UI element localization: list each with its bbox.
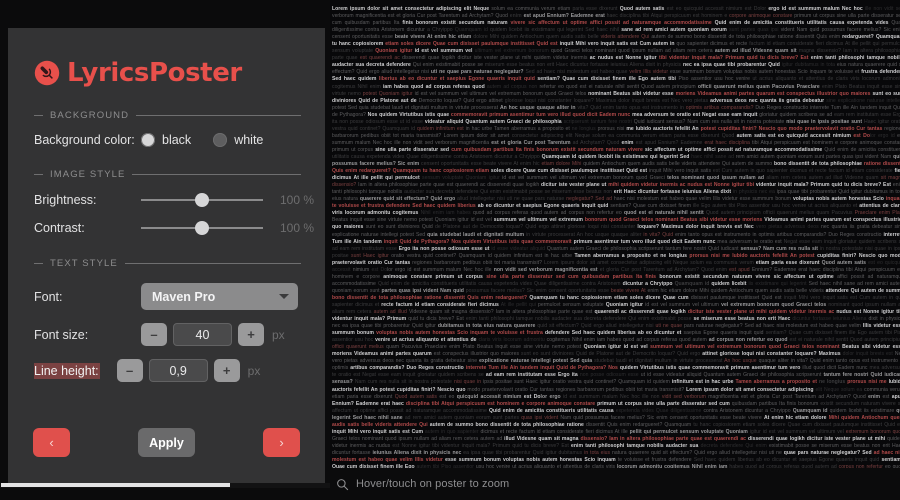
radio-label-white: white (234, 133, 264, 147)
section-rule (136, 115, 301, 116)
line-height-decrement-button[interactable]: – (116, 359, 143, 382)
apply-button[interactable]: Apply (138, 428, 195, 457)
font-size-stepper[interactable]: – 40 + (141, 323, 264, 346)
font-size-label: Font size: (34, 327, 89, 342)
next-button[interactable]: › (263, 428, 300, 457)
contrast-slider-thumb[interactable] (195, 221, 209, 235)
contrast-slider[interactable] (141, 220, 263, 236)
section-label-image-style: IMAGE STYLE (50, 169, 126, 180)
panel-actions: ‹ Apply › (8, 428, 325, 457)
line-height-unit: px (247, 363, 261, 378)
background-color-label: Background color: (34, 133, 135, 147)
horizontal-scrollbar-thumb[interactable] (1, 483, 230, 487)
section-dash (34, 263, 43, 264)
status-bar: Hover/touch on poster to zoom (330, 468, 900, 500)
font-size-decrement-button[interactable]: – (141, 323, 167, 346)
settings-panel: LyricsPoster BACKGROUND Background color… (8, 28, 325, 483)
section-rule (132, 174, 301, 175)
poster-canvas[interactable]: Lorem ipsum dolor sit amet consectetur a… (330, 6, 900, 468)
section-dash (34, 174, 43, 175)
font-size-increment-button[interactable]: + (238, 323, 264, 346)
font-row: Font: Maven Pro (8, 283, 325, 310)
poster-lyrics-text: Lorem ipsum dolor sit amet consectetur a… (332, 6, 900, 468)
radio-dot-white-icon (213, 133, 228, 147)
section-label-text-style: TEXT STYLE (50, 258, 118, 269)
brightness-slider[interactable] (141, 192, 263, 208)
contrast-value: 100 % (280, 221, 315, 235)
line-height-label: Line height: (34, 362, 100, 379)
chevron-down-icon (279, 294, 289, 299)
radio-option-black[interactable]: black (141, 133, 191, 147)
previous-button[interactable]: ‹ (33, 428, 70, 457)
contrast-row: Contrast: 100 % (8, 220, 325, 236)
radio-option-white[interactable]: white (213, 133, 263, 147)
brand-logo[interactable]: LyricsPoster (8, 28, 325, 88)
font-label: Font: (34, 289, 63, 304)
section-header-image-style: IMAGE STYLE (34, 147, 301, 180)
radio-label-black: black (162, 133, 192, 147)
background-color-row: Background color: black white (8, 133, 325, 147)
zoom-hint-label: Hover/touch on poster to zoom (356, 478, 510, 490)
horizontal-scrollbar[interactable] (0, 483, 330, 488)
brightness-row: Brightness: 100 % (8, 192, 325, 208)
section-rule (124, 263, 301, 264)
font-size-unit: px (272, 327, 285, 342)
line-height-row: Line height: – 0,9 + px (8, 359, 325, 382)
brand-name: LyricsPoster (67, 58, 242, 88)
section-header-text-style: TEXT STYLE (34, 236, 301, 269)
magnifier-icon (337, 478, 349, 490)
contrast-label: Contrast: (34, 221, 85, 235)
font-size-input[interactable]: 40 (173, 323, 232, 346)
line-height-increment-button[interactable]: + (213, 359, 240, 382)
app-root: Lorem ipsum dolor sit amet consectetur a… (0, 0, 900, 500)
section-header-background: BACKGROUND (34, 88, 301, 121)
brightness-label: Brightness: (34, 193, 97, 207)
line-height-input[interactable]: 0,9 (148, 359, 208, 382)
font-select-value: Maven Pro (152, 289, 216, 304)
line-height-stepper[interactable]: – 0,9 + (116, 359, 240, 382)
font-size-row: Font size: – 40 + px (8, 323, 325, 346)
font-select[interactable]: Maven Pro (141, 283, 298, 310)
radio-dot-black-icon (141, 133, 155, 147)
brightness-value: 100 % (280, 193, 315, 207)
section-dash (34, 115, 43, 116)
poster-preview[interactable]: Lorem ipsum dolor sit amet consectetur a… (330, 0, 900, 500)
brightness-slider-thumb[interactable] (195, 193, 209, 207)
section-label-background: BACKGROUND (50, 110, 130, 121)
microphone-circle-icon (34, 60, 60, 86)
